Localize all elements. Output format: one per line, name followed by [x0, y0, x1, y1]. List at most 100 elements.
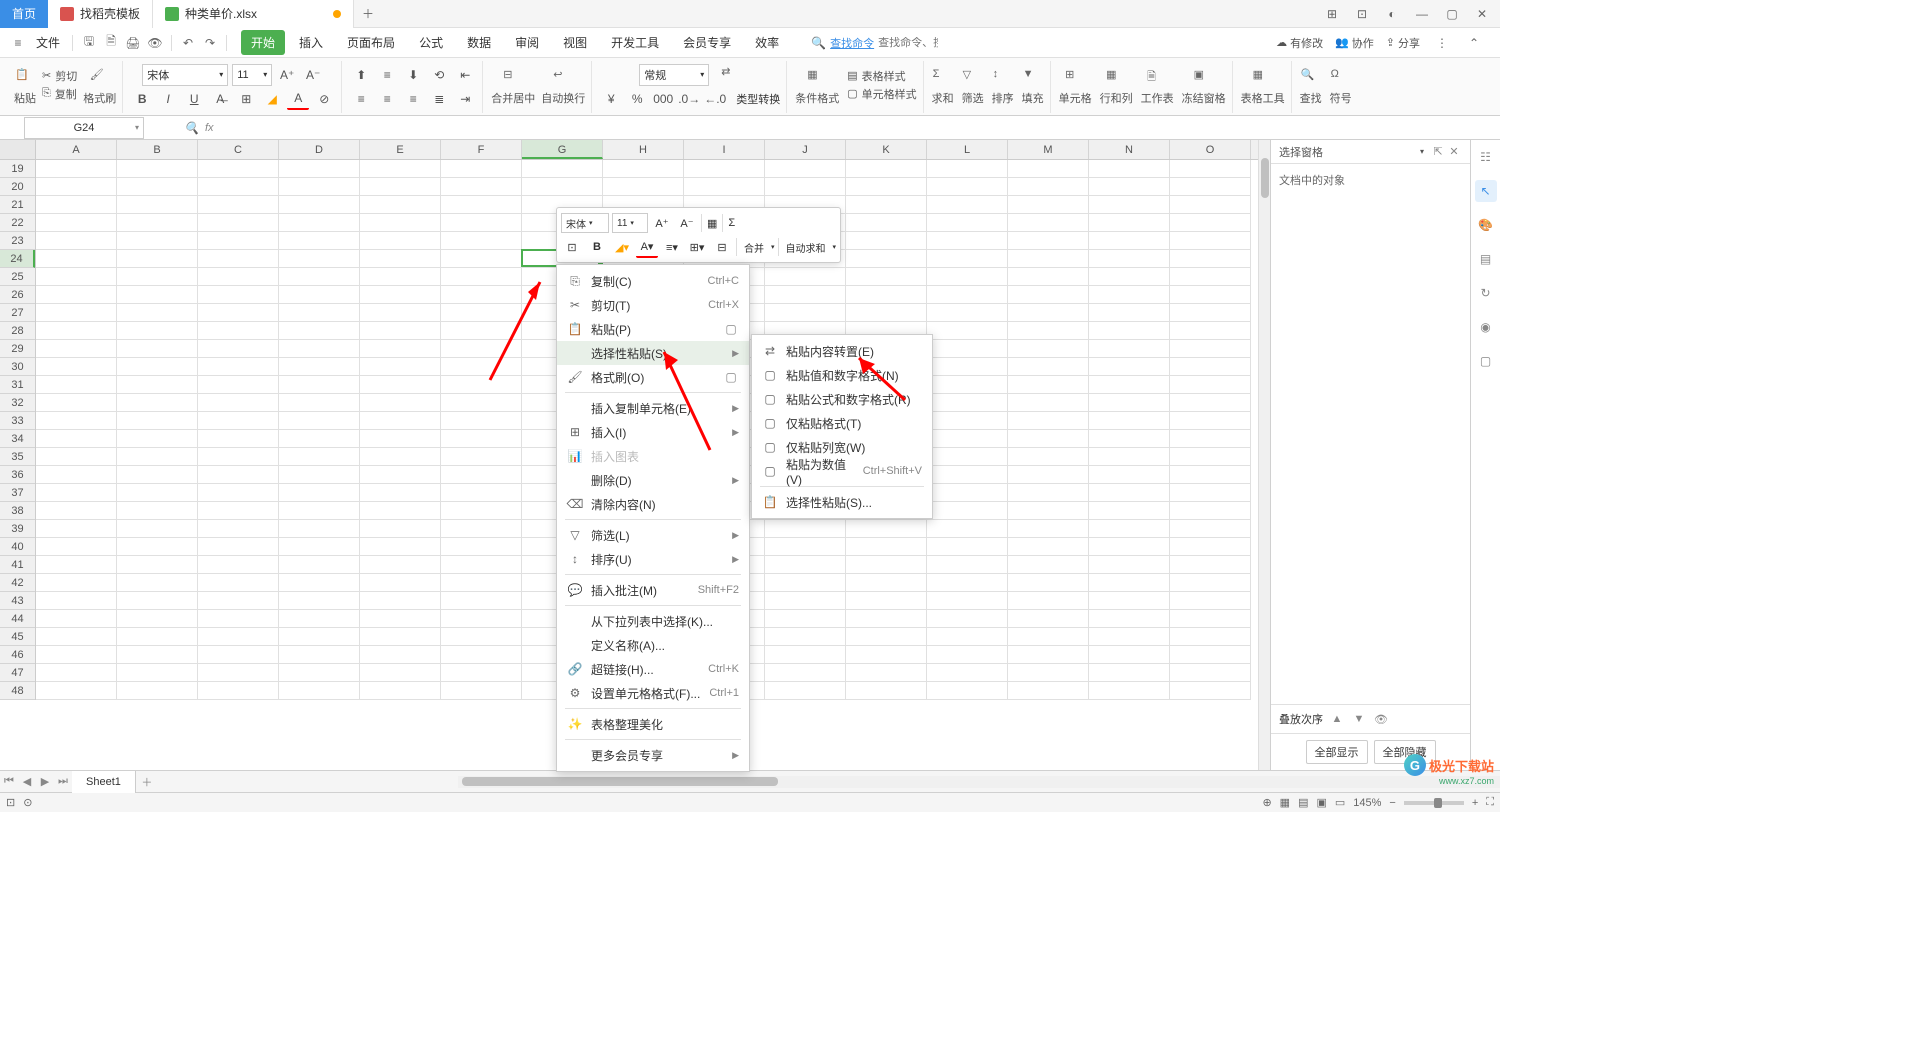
cell[interactable]: [1170, 160, 1251, 178]
cell[interactable]: [1170, 484, 1251, 502]
cell[interactable]: [198, 304, 279, 322]
cell[interactable]: [117, 646, 198, 664]
col-header-G[interactable]: G: [522, 140, 603, 159]
cell[interactable]: [1008, 178, 1089, 196]
cell[interactable]: [360, 538, 441, 556]
pane-pin-icon[interactable]: ⇱: [1430, 145, 1446, 158]
ctx-define-name[interactable]: 定义名称(A)...: [557, 633, 749, 657]
cell[interactable]: [1170, 664, 1251, 682]
cell[interactable]: [927, 592, 1008, 610]
align-top-icon[interactable]: ⬆: [350, 64, 372, 86]
print-icon[interactable]: 🖨: [123, 33, 143, 53]
sub-values-num[interactable]: ▢粘贴值和数字格式(N): [752, 363, 932, 387]
cell[interactable]: [1008, 232, 1089, 250]
menu-tab-4[interactable]: 数据: [457, 30, 501, 55]
hscroll-thumb[interactable]: [462, 777, 778, 786]
mini-format-icon[interactable]: ⊡: [561, 236, 583, 258]
ctx-format-painter[interactable]: 🖌格式刷(O)▢: [557, 365, 749, 389]
pane-close-icon[interactable]: ✕: [1446, 145, 1462, 158]
cell[interactable]: [117, 412, 198, 430]
cell[interactable]: [198, 574, 279, 592]
cell[interactable]: [36, 610, 117, 628]
cell[interactable]: [1008, 430, 1089, 448]
zoom-in-icon[interactable]: +: [1472, 797, 1478, 809]
mini-align-button[interactable]: ≡▾: [661, 236, 683, 258]
tab-home[interactable]: 首页: [0, 0, 48, 28]
cell[interactable]: [927, 610, 1008, 628]
cell[interactable]: [927, 412, 1008, 430]
cell[interactable]: [1008, 592, 1089, 610]
cell[interactable]: [441, 502, 522, 520]
cell[interactable]: [36, 340, 117, 358]
cell[interactable]: [1089, 412, 1170, 430]
cell[interactable]: [198, 502, 279, 520]
align-right-icon[interactable]: ≡: [402, 88, 424, 110]
cell[interactable]: [36, 502, 117, 520]
cell[interactable]: [36, 538, 117, 556]
search-link[interactable]: 查找命令: [830, 35, 874, 51]
cell[interactable]: [441, 574, 522, 592]
cell[interactable]: [765, 592, 846, 610]
cell[interactable]: [765, 610, 846, 628]
ctx-delete[interactable]: 删除(D)▶: [557, 468, 749, 492]
cell[interactable]: [1089, 520, 1170, 538]
cell[interactable]: [117, 664, 198, 682]
cell[interactable]: [927, 628, 1008, 646]
menu-tab-9[interactable]: 效率: [745, 30, 789, 55]
indent-dec-icon[interactable]: ⇤: [454, 64, 476, 86]
cell[interactable]: [441, 520, 522, 538]
cell[interactable]: [441, 178, 522, 196]
cell[interactable]: [360, 466, 441, 484]
cell[interactable]: [1008, 664, 1089, 682]
grid-icon[interactable]: ⊞: [1318, 3, 1346, 25]
cell[interactable]: [1089, 178, 1170, 196]
cell[interactable]: [1008, 268, 1089, 286]
row-header-22[interactable]: 22: [0, 214, 35, 232]
cell[interactable]: [360, 556, 441, 574]
cell[interactable]: [1089, 574, 1170, 592]
cell[interactable]: [1089, 214, 1170, 232]
cell[interactable]: [603, 160, 684, 178]
redo-icon[interactable]: ↷: [200, 33, 220, 53]
cell[interactable]: [765, 628, 846, 646]
cell[interactable]: [441, 628, 522, 646]
stack-up-icon[interactable]: ▲: [1329, 713, 1345, 725]
cell[interactable]: [441, 286, 522, 304]
cell[interactable]: [1089, 664, 1170, 682]
row-header-48[interactable]: 48: [0, 682, 35, 700]
cell[interactable]: [1170, 682, 1251, 700]
tab-add-button[interactable]: ＋: [354, 5, 382, 22]
sheet-nav-last[interactable]: ⏭: [54, 775, 72, 788]
cell[interactable]: [927, 376, 1008, 394]
cell[interactable]: [198, 484, 279, 502]
cell[interactable]: [927, 358, 1008, 376]
cell[interactable]: [1170, 466, 1251, 484]
cell[interactable]: [441, 682, 522, 700]
cell[interactable]: [1008, 412, 1089, 430]
filter-button[interactable]: ▽筛选: [962, 68, 984, 106]
sum-button[interactable]: Σ求和: [932, 68, 954, 106]
cell[interactable]: [1170, 592, 1251, 610]
cell[interactable]: [441, 160, 522, 178]
cell[interactable]: [279, 232, 360, 250]
ctx-cut[interactable]: ✂剪切(T)Ctrl+X: [557, 293, 749, 317]
cell[interactable]: [1170, 196, 1251, 214]
cell[interactable]: [360, 304, 441, 322]
cell[interactable]: [1089, 610, 1170, 628]
cell[interactable]: [198, 394, 279, 412]
cell[interactable]: [846, 178, 927, 196]
cell[interactable]: [117, 538, 198, 556]
format-painter-button[interactable]: 🖌格式刷: [83, 68, 116, 106]
type-convert-button[interactable]: ⇄: [721, 65, 741, 85]
cell[interactable]: [36, 232, 117, 250]
col-header-C[interactable]: C: [198, 140, 279, 159]
cell[interactable]: [360, 358, 441, 376]
rows-cols-button[interactable]: ▦行和列: [1100, 68, 1133, 106]
cell[interactable]: [927, 484, 1008, 502]
row-header-43[interactable]: 43: [0, 592, 35, 610]
cell[interactable]: [360, 412, 441, 430]
close-button[interactable]: ✕: [1468, 3, 1496, 25]
cell[interactable]: [279, 664, 360, 682]
cell[interactable]: [117, 232, 198, 250]
cell[interactable]: [1170, 394, 1251, 412]
